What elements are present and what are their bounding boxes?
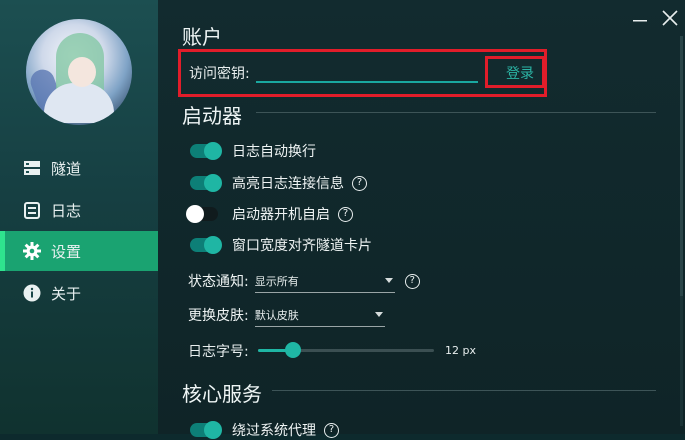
skin-row: 更换皮肤: 默认皮肤 xyxy=(188,304,385,327)
font-size-label: 日志字号: xyxy=(188,344,249,360)
sidebar-item-about[interactable]: 关于 xyxy=(0,273,158,313)
help-icon[interactable]: ? xyxy=(404,273,420,289)
settings-panel: 账户 访问密钥: 登录 启动器 日志自动换行 高亮日志连接信息 ? 启动器开机自… xyxy=(158,0,685,439)
login-button[interactable]: 登录 xyxy=(506,63,534,83)
toggle-row-bypass-proxy: 绕过系统代理 ? xyxy=(190,420,339,440)
close-button[interactable] xyxy=(660,8,680,28)
skin-label: 更换皮肤: xyxy=(188,308,249,324)
toggle-label: 高亮日志连接信息 xyxy=(232,176,344,192)
highlight-log-toggle[interactable] xyxy=(190,174,222,192)
sidebar-item-logs[interactable]: 日志 xyxy=(0,190,158,230)
help-icon[interactable]: ? xyxy=(352,175,367,191)
log-wrap-toggle[interactable] xyxy=(190,142,222,160)
help-icon[interactable]: ? xyxy=(324,422,339,438)
toggle-label: 窗口宽度对齐隧道卡片 xyxy=(232,238,372,254)
toggle-label: 启动器开机自启 xyxy=(232,207,330,223)
status-notify-select[interactable]: 显示所有 xyxy=(254,270,395,293)
toggle-row-window-width: 窗口宽度对齐隧道卡片 xyxy=(190,235,372,255)
close-icon xyxy=(662,10,678,26)
server-icon xyxy=(23,159,41,177)
status-notify-row: 状态通知: 显示所有 ? xyxy=(188,270,420,293)
status-notify-value: 显示所有 xyxy=(254,274,299,288)
chevron-down-icon xyxy=(384,277,393,283)
autostart-toggle[interactable] xyxy=(186,205,218,223)
font-size-value: 12 px xyxy=(445,344,476,357)
sidebar-item-tunnels[interactable]: 隧道 xyxy=(0,148,158,188)
sidebar-item-label: 设置 xyxy=(51,242,82,261)
section-divider xyxy=(256,112,656,113)
sidebar-item-label: 日志 xyxy=(51,201,82,220)
window-width-toggle[interactable] xyxy=(190,236,222,254)
skin-select[interactable]: 默认皮肤 xyxy=(254,304,385,327)
sidebar-item-label: 关于 xyxy=(51,284,82,303)
section-divider xyxy=(272,390,656,391)
toggle-label: 日志自动换行 xyxy=(232,144,316,160)
section-title-launcher: 启动器 xyxy=(182,104,242,128)
chevron-down-icon xyxy=(374,311,383,317)
minimize-icon xyxy=(633,20,647,22)
minimize-button[interactable] xyxy=(630,8,650,28)
skin-value: 默认皮肤 xyxy=(254,308,299,322)
help-icon[interactable]: ? xyxy=(338,206,353,222)
sidebar: 隧道 日志 设置 关于 xyxy=(0,0,158,434)
section-title-account: 账户 xyxy=(182,25,222,49)
toggle-row-autostart: 启动器开机自启 ? xyxy=(186,204,353,224)
toggle-row-highlight-log: 高亮日志连接信息 ? xyxy=(190,173,367,193)
gear-icon xyxy=(23,242,41,260)
sidebar-item-label: 隧道 xyxy=(51,159,82,178)
sidebar-item-settings[interactable]: 设置 xyxy=(0,231,158,271)
toggle-label: 绕过系统代理 xyxy=(232,423,316,439)
toggle-row-log-wrap: 日志自动换行 xyxy=(190,141,316,161)
access-key-input[interactable] xyxy=(256,59,478,83)
font-size-slider-thumb[interactable] xyxy=(285,342,302,358)
info-icon xyxy=(23,284,41,302)
access-key-label: 访问密钥: xyxy=(189,66,250,82)
status-notify-label: 状态通知: xyxy=(188,274,249,290)
avatar xyxy=(26,19,132,125)
scrollbar-thumb[interactable] xyxy=(680,36,683,296)
bypass-proxy-toggle[interactable] xyxy=(190,421,222,439)
section-title-core: 核心服务 xyxy=(182,382,262,406)
log-icon xyxy=(23,201,41,219)
